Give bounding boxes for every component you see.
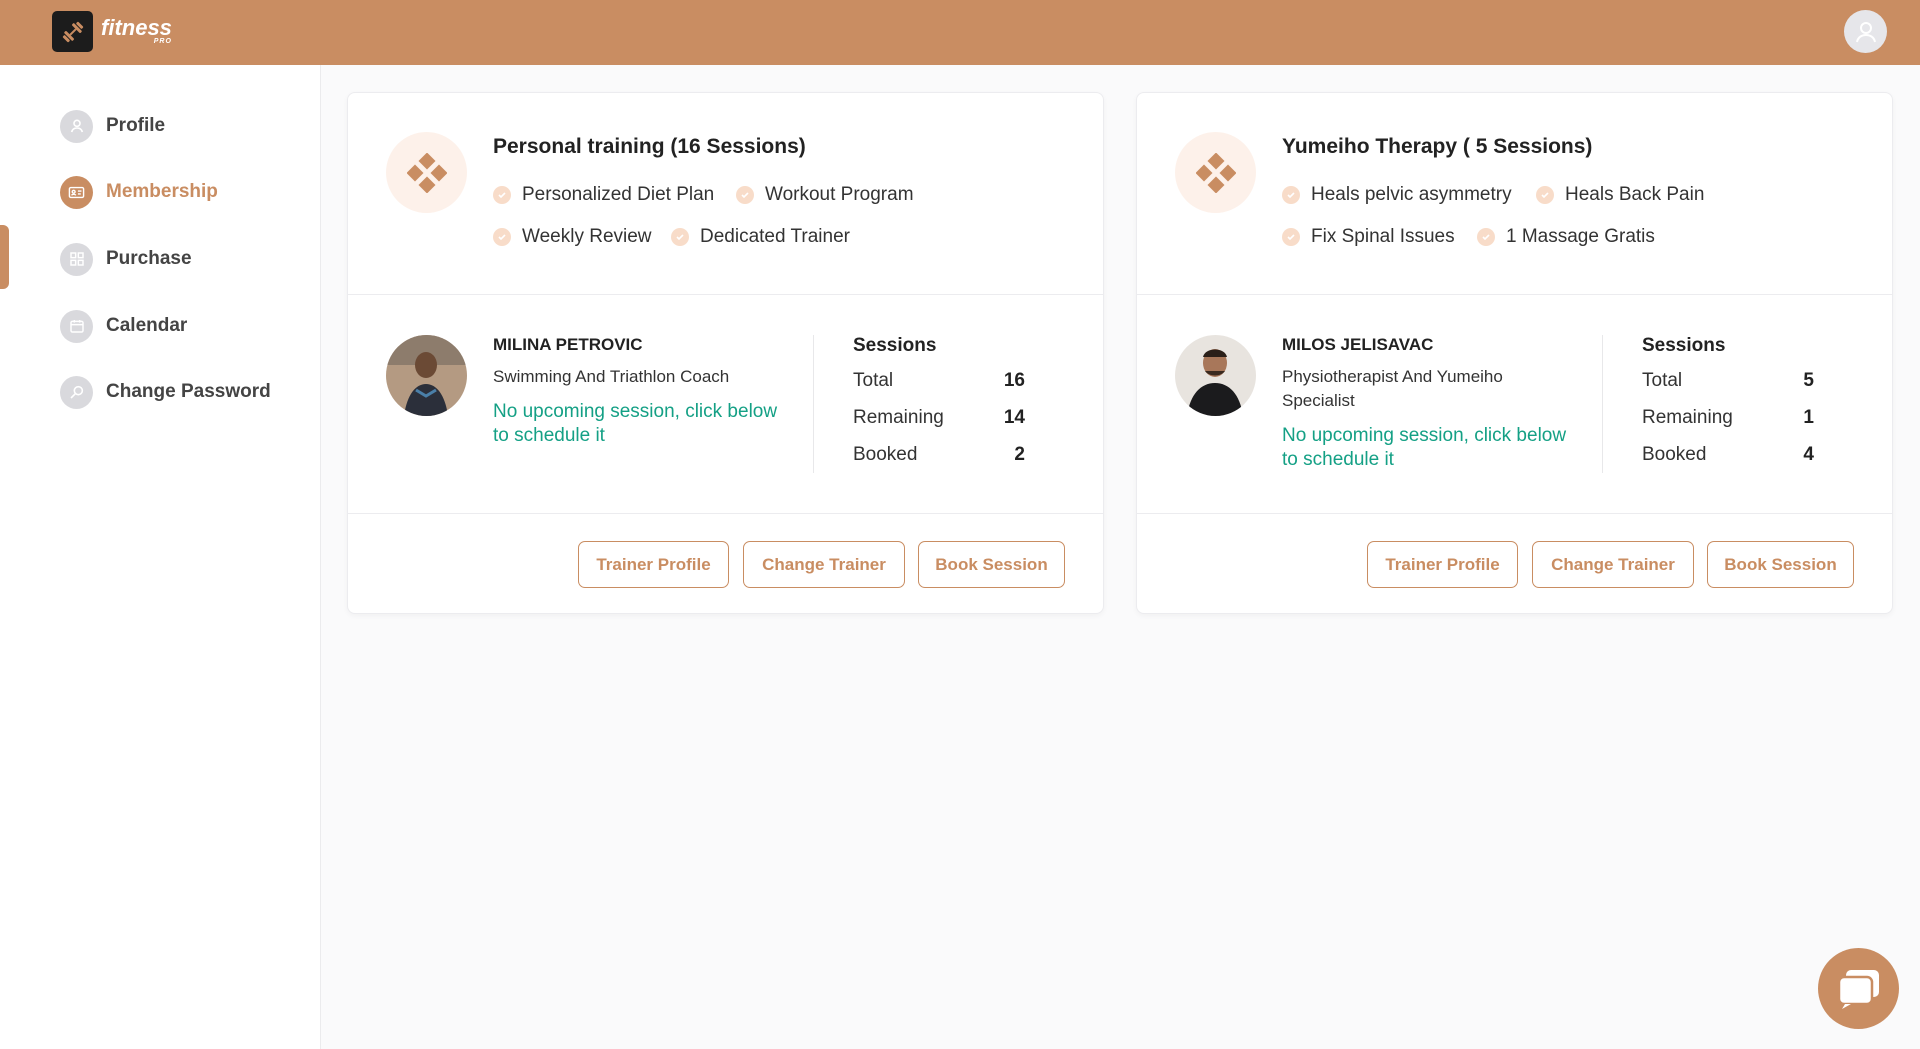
plan-feature: Workout Program bbox=[736, 184, 914, 206]
membership-card: Yumeiho Therapy ( 5 Sessions) Heals pelv… bbox=[1136, 92, 1893, 614]
check-icon bbox=[736, 186, 754, 204]
calendar-icon bbox=[60, 309, 93, 343]
sidebar-item-profile[interactable]: Profile bbox=[60, 109, 165, 143]
plan-title: Personal training (16 Sessions) bbox=[493, 135, 806, 158]
check-icon bbox=[493, 228, 511, 246]
sessions-remaining-label: Remaining bbox=[853, 407, 944, 428]
check-icon bbox=[1477, 228, 1495, 246]
membership-plan-header: Yumeiho Therapy ( 5 Sessions) Heals pelv… bbox=[1137, 93, 1892, 295]
plan-feature: Heals Back Pain bbox=[1536, 184, 1704, 206]
sessions-total-label: Total bbox=[853, 370, 894, 391]
search-key-icon bbox=[60, 375, 93, 409]
plan-feature: 1 Massage Gratis bbox=[1477, 226, 1655, 248]
check-icon bbox=[1282, 186, 1300, 204]
no-session-note: No upcoming session, click below to sche… bbox=[1282, 425, 1567, 470]
sessions-total-value: 16 bbox=[1003, 370, 1025, 391]
plan-title: Yumeiho Therapy ( 5 Sessions) bbox=[1282, 135, 1593, 158]
sidebar: Profile Membership Purchase Calendar Cha… bbox=[0, 65, 321, 1049]
user-icon bbox=[1855, 21, 1876, 42]
sidebar-item-label: Purchase bbox=[106, 248, 192, 269]
sessions-heading: Sessions bbox=[853, 335, 937, 356]
feature-label: 1 Massage Gratis bbox=[1506, 226, 1655, 247]
sessions-booked-label: Booked bbox=[1642, 444, 1707, 465]
trainer-profile-button[interactable]: Trainer Profile bbox=[1367, 541, 1518, 588]
sidebar-item-calendar[interactable]: Calendar bbox=[60, 309, 187, 343]
feature-label: Weekly Review bbox=[522, 226, 652, 247]
sessions-total-row: Total 16 bbox=[853, 370, 1025, 392]
sessions-remaining-label: Remaining bbox=[1642, 407, 1733, 428]
feature-label: Dedicated Trainer bbox=[700, 226, 850, 247]
plan-feature: Weekly Review bbox=[493, 226, 652, 248]
sessions-booked-row: Booked 4 bbox=[1642, 444, 1814, 466]
trainer-section: MILINA PETROVIC Swimming And Triathlon C… bbox=[348, 295, 1103, 514]
user-icon bbox=[60, 109, 93, 143]
sessions-total-value: 5 bbox=[1803, 370, 1814, 391]
top-header: fitness PRO bbox=[0, 0, 1920, 65]
sidebar-item-change-password[interactable]: Change Password bbox=[60, 375, 271, 409]
trainer-name: MILINA PETROVIC bbox=[493, 335, 643, 354]
trainer-section: MILOS JELISAVAC Physiotherapist And Yume… bbox=[1137, 295, 1892, 514]
change-trainer-button[interactable]: Change Trainer bbox=[1532, 541, 1694, 588]
trainer-name: MILOS JELISAVAC bbox=[1282, 335, 1434, 354]
logo-text: fitness bbox=[101, 14, 172, 40]
sessions-heading: Sessions bbox=[1642, 335, 1726, 356]
no-session-note: No upcoming session, click below to sche… bbox=[493, 401, 778, 446]
membership-plan-header: Personal training (16 Sessions) Personal… bbox=[348, 93, 1103, 295]
feature-label: Heals pelvic asymmetry bbox=[1311, 184, 1512, 205]
plan-feature: Heals pelvic asymmetry bbox=[1282, 184, 1512, 206]
sessions-remaining-value: 14 bbox=[1003, 407, 1025, 428]
sessions-total-label: Total bbox=[1642, 370, 1683, 391]
feature-label: Workout Program bbox=[765, 184, 914, 205]
sessions-remaining-row: Remaining 1 bbox=[1642, 407, 1814, 429]
sidebar-item-label: Change Password bbox=[106, 381, 271, 402]
divider bbox=[1602, 335, 1603, 473]
sessions-booked-row: Booked 2 bbox=[853, 444, 1025, 466]
plan-feature: Personalized Diet Plan bbox=[493, 184, 714, 206]
diamond-plan-icon bbox=[1175, 132, 1256, 213]
sidebar-item-label: Profile bbox=[106, 115, 166, 136]
sessions-remaining-row: Remaining 14 bbox=[853, 407, 1025, 429]
id-card-icon bbox=[60, 175, 93, 209]
check-icon bbox=[1536, 186, 1554, 204]
user-avatar-button[interactable] bbox=[1844, 10, 1887, 53]
trainer-avatar[interactable] bbox=[386, 335, 467, 416]
trainer-role: Swimming And Triathlon Coach bbox=[493, 367, 730, 386]
sidebar-item-label: Membership bbox=[106, 181, 218, 202]
book-session-button[interactable]: Book Session bbox=[1707, 541, 1854, 588]
grid-icon bbox=[60, 242, 93, 276]
logo-wordmark: fitness PRO bbox=[101, 14, 172, 46]
chat-button[interactable] bbox=[1818, 948, 1899, 1029]
sessions-total-row: Total 5 bbox=[1642, 370, 1814, 392]
sessions-booked-value: 4 bbox=[1803, 444, 1814, 465]
active-nav-indicator bbox=[0, 225, 9, 289]
dumbbell-icon bbox=[52, 11, 93, 52]
trainer-avatar[interactable] bbox=[1175, 335, 1256, 416]
change-trainer-button[interactable]: Change Trainer bbox=[743, 541, 905, 588]
sessions-remaining-value: 1 bbox=[1803, 407, 1814, 428]
sessions-booked-label: Booked bbox=[853, 444, 918, 465]
sidebar-item-membership[interactable]: Membership bbox=[60, 175, 218, 209]
check-icon bbox=[671, 228, 689, 246]
sidebar-item-label: Calendar bbox=[106, 315, 188, 336]
app-logo[interactable]: fitness PRO bbox=[52, 11, 172, 52]
diamond-plan-icon bbox=[386, 132, 467, 213]
feature-label: Heals Back Pain bbox=[1565, 184, 1705, 205]
feature-label: Personalized Diet Plan bbox=[522, 184, 715, 205]
divider bbox=[813, 335, 814, 473]
trainer-role: Physiotherapist And Yumeiho Specialist bbox=[1282, 367, 1503, 410]
chat-bubble-icon bbox=[1837, 969, 1879, 1009]
check-icon bbox=[1282, 228, 1300, 246]
book-session-button[interactable]: Book Session bbox=[918, 541, 1065, 588]
plan-feature: Fix Spinal Issues bbox=[1282, 226, 1455, 248]
sidebar-item-purchase[interactable]: Purchase bbox=[60, 242, 192, 276]
trainer-profile-button[interactable]: Trainer Profile bbox=[578, 541, 729, 588]
check-icon bbox=[493, 186, 511, 204]
feature-label: Fix Spinal Issues bbox=[1311, 226, 1455, 247]
plan-feature: Dedicated Trainer bbox=[671, 226, 850, 248]
membership-card: Personal training (16 Sessions) Personal… bbox=[347, 92, 1104, 614]
sessions-booked-value: 2 bbox=[1014, 444, 1025, 465]
